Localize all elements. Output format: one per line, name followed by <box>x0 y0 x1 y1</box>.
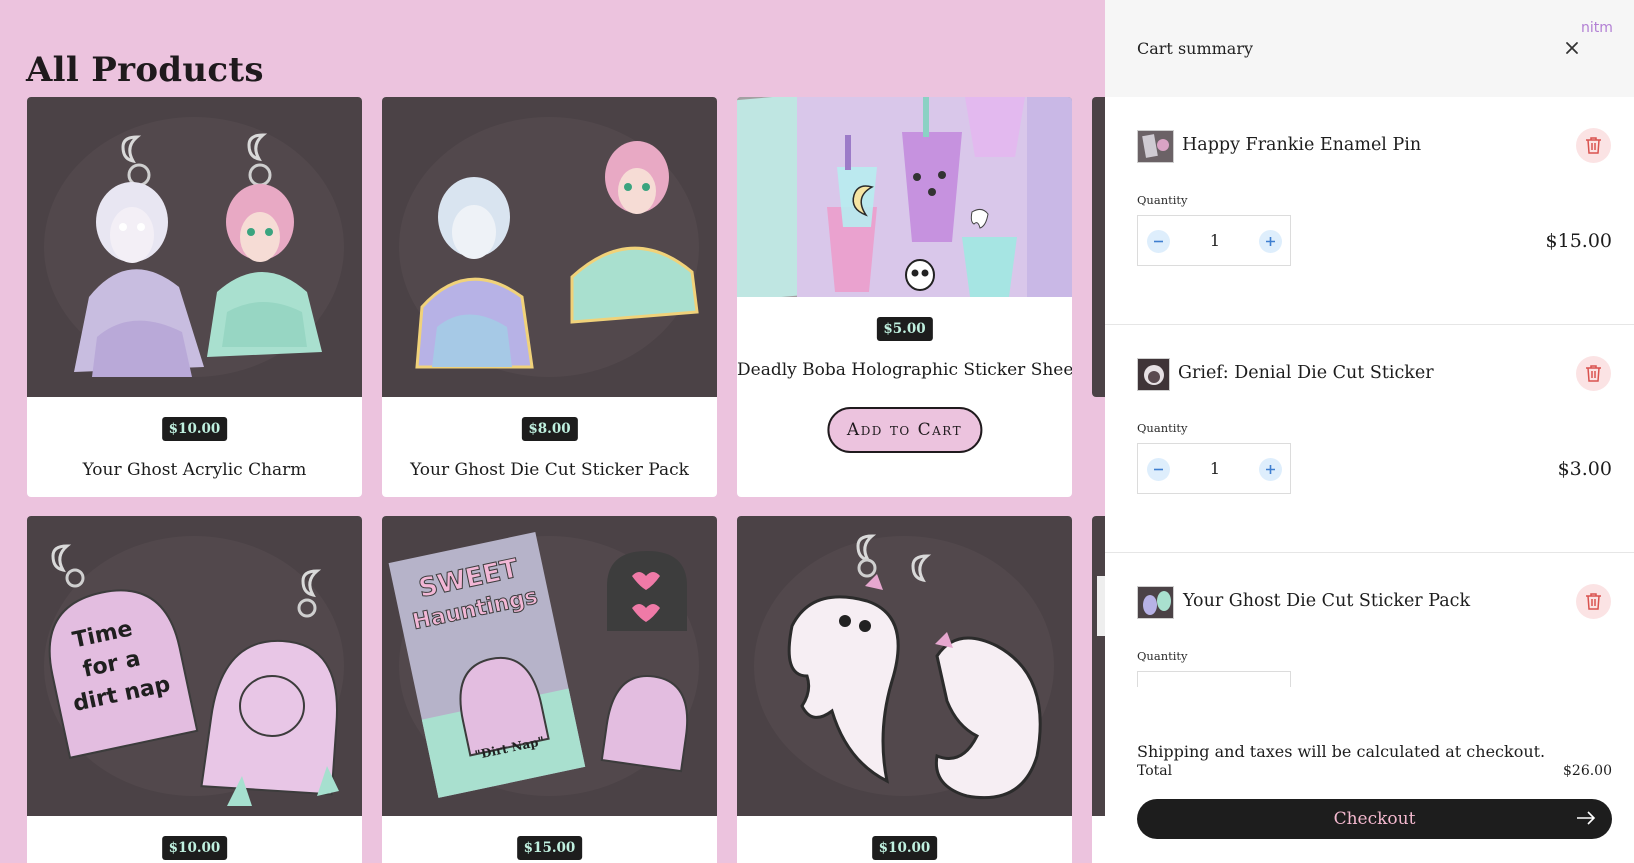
product-image[interactable] <box>27 97 362 397</box>
product-image[interactable] <box>1092 97 1105 397</box>
quantity-input[interactable]: 1 <box>1188 459 1242 478</box>
cart-item: Your Ghost Die Cut Sticker Pack Quantity <box>1105 553 1634 687</box>
item-thumbnail <box>1137 358 1170 391</box>
product-card[interactable] <box>1092 516 1105 863</box>
price-badge: $8.00 <box>521 417 578 441</box>
page-title: All Products <box>26 50 264 90</box>
decrease-button[interactable] <box>1147 230 1170 253</box>
product-card[interactable] <box>1092 97 1105 397</box>
watermark: nitm <box>1581 20 1613 36</box>
quantity-stepper: 1 <box>1137 215 1291 266</box>
price-badge: $10.00 <box>161 836 228 860</box>
product-card[interactable]: $10.00 Your Ghost Acrylic Charm <box>27 97 362 497</box>
product-card[interactable]: SWEET Hauntings "Dirt Nap" $15.00 <box>382 516 717 863</box>
increase-button[interactable] <box>1259 458 1282 481</box>
cart-drawer: Cart summary nitm Happy Frankie Enamel P… <box>1105 0 1634 863</box>
arrow-right-icon <box>1577 811 1596 825</box>
product-image[interactable] <box>737 516 1072 816</box>
item-name: Grief: Denial Die Cut Sticker <box>1178 363 1434 383</box>
remove-item-button[interactable] <box>1576 128 1611 163</box>
minus-icon <box>1154 240 1163 243</box>
total-label: Total <box>1137 763 1173 779</box>
quantity-input[interactable]: 1 <box>1188 231 1242 250</box>
checkout-button[interactable]: Checkout <box>1137 799 1612 839</box>
item-thumbnail <box>1137 130 1174 163</box>
price-badge: $10.00 <box>161 417 228 441</box>
product-image[interactable] <box>1092 516 1105 816</box>
close-button[interactable] <box>1561 37 1583 59</box>
item-thumbnail <box>1137 586 1174 619</box>
trash-icon <box>1586 365 1601 382</box>
checkout-label: Checkout <box>1333 809 1416 829</box>
plus-icon <box>1266 237 1275 246</box>
item-price: $3.00 <box>1557 458 1612 480</box>
product-image[interactable] <box>382 97 717 397</box>
product-image[interactable] <box>737 97 1072 297</box>
product-card[interactable]: $5.00 Deadly Boba Holographic Sticker Sh… <box>737 97 1072 497</box>
product-image[interactable]: Time for a dirt nap <box>27 516 362 816</box>
product-image[interactable]: SWEET Hauntings "Dirt Nap" <box>382 516 717 816</box>
increase-button[interactable] <box>1259 230 1282 253</box>
item-name: Your Ghost Die Cut Sticker Pack <box>1183 591 1471 611</box>
total-amount: $26.00 <box>1563 763 1612 779</box>
add-to-cart-button[interactable]: Add to Cart <box>826 407 983 453</box>
product-name[interactable]: Your Ghost Acrylic Charm <box>27 460 362 480</box>
cart-title: Cart summary <box>1137 39 1254 58</box>
close-icon <box>1566 42 1578 54</box>
quantity-stepper: 1 <box>1137 443 1291 494</box>
product-name[interactable]: Your Ghost Die Cut Sticker Pack <box>382 460 717 480</box>
minus-icon <box>1154 468 1163 471</box>
cart-item: Grief: Denial Die Cut Sticker Quantity 1… <box>1105 325 1634 553</box>
product-card[interactable]: $8.00 Your Ghost Die Cut Sticker Pack <box>382 97 717 497</box>
price-badge: $5.00 <box>876 317 933 341</box>
shipping-note: Shipping and taxes will be calculated at… <box>1137 742 1546 761</box>
decrease-button[interactable] <box>1147 458 1170 481</box>
item-price: $15.00 <box>1545 230 1612 252</box>
item-name: Happy Frankie Enamel Pin <box>1182 135 1422 155</box>
plus-icon <box>1266 465 1275 474</box>
cart-header: Cart summary nitm <box>1105 0 1634 97</box>
product-listing: All Products $10.00 Your Ghost Acrylic C… <box>0 0 1105 863</box>
remove-item-button[interactable] <box>1576 584 1611 619</box>
cart-items: Happy Frankie Enamel Pin Quantity 1 $15.… <box>1105 97 1634 687</box>
remove-item-button[interactable] <box>1576 356 1611 391</box>
quantity-label: Quantity <box>1137 193 1188 207</box>
cart-item: Happy Frankie Enamel Pin Quantity 1 $15.… <box>1105 97 1634 325</box>
product-card[interactable]: Time for a dirt nap $10.00 <box>27 516 362 863</box>
price-badge: $15.00 <box>516 836 583 860</box>
trash-icon <box>1586 593 1601 610</box>
product-name[interactable]: Deadly Boba Holographic Sticker Sheet <box>737 360 1072 380</box>
quantity-stepper <box>1137 671 1291 687</box>
product-card[interactable]: $10.00 <box>737 516 1072 863</box>
trash-icon <box>1586 137 1601 154</box>
price-badge: $10.00 <box>871 836 938 860</box>
quantity-label: Quantity <box>1137 421 1188 435</box>
quantity-label: Quantity <box>1137 649 1188 663</box>
